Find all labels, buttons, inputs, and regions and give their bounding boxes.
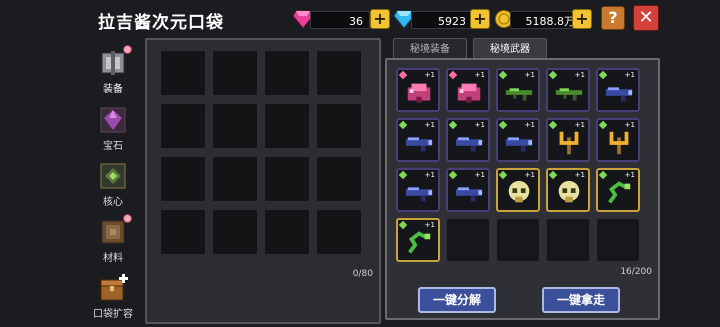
weapon-slot[interactable]: +1 xyxy=(546,68,590,112)
storage-slot[interactable] xyxy=(212,209,258,255)
weapon-slot[interactable]: +1 xyxy=(496,118,540,162)
blue-launcher-icon xyxy=(455,187,483,202)
green-rifle-icon xyxy=(505,88,533,101)
green-serpent-icon xyxy=(608,181,631,204)
storage-slot[interactable] xyxy=(160,103,206,149)
help-button[interactable]: ? xyxy=(601,6,625,30)
tab-secret-weapons[interactable]: 秘境武器 xyxy=(473,38,547,60)
weapon-slot-empty[interactable] xyxy=(446,218,490,262)
storage-slot[interactable] xyxy=(316,209,362,255)
gem-currency: 36 + xyxy=(292,9,392,29)
weapon-slot[interactable]: +1 xyxy=(596,118,640,162)
weapon-slot[interactable]: +1 xyxy=(396,68,440,112)
weapon-slot[interactable]: +1 xyxy=(596,68,640,112)
dismantle-all-button[interactable]: 一键分解 xyxy=(418,287,496,313)
blue-launcher-icon xyxy=(405,137,433,152)
blue-launcher-icon xyxy=(605,87,633,102)
blue-launcher-icon xyxy=(405,187,433,202)
weapon-slot-empty[interactable] xyxy=(546,218,590,262)
weapon-slot[interactable]: +1 xyxy=(396,168,440,212)
green-serpent-icon xyxy=(408,231,431,254)
storage-panel: 0/80 xyxy=(145,38,381,324)
core-icon xyxy=(100,163,126,189)
storage-slot[interactable] xyxy=(264,50,310,96)
gem-value: 36 xyxy=(349,15,363,28)
storage-slot[interactable] xyxy=(264,209,310,255)
green-rifle-icon xyxy=(555,88,583,101)
sidebar-item-label: 口袋扩容 xyxy=(93,309,133,320)
storage-slot[interactable] xyxy=(212,156,258,202)
storage-slot[interactable] xyxy=(160,156,206,202)
close-button[interactable]: ✕ xyxy=(633,5,659,31)
storage-slot[interactable] xyxy=(160,209,206,255)
weapon-slot[interactable]: +1 xyxy=(396,118,440,162)
storage-slot[interactable] xyxy=(264,156,310,202)
storage-slot[interactable] xyxy=(212,103,258,149)
blue-launcher-icon xyxy=(455,137,483,152)
weapon-slot[interactable]: +1 xyxy=(496,68,540,112)
weapon-slot[interactable]: +1 xyxy=(546,168,590,212)
weapons-panel: +1 +1 +1 +1 +1 +1 +1 +1 +1 +1 +1 +1 +1 +1 +1 +1 16/200 xyxy=(385,58,660,320)
weapon-slot[interactable]: +1 xyxy=(396,218,440,262)
storage-slot[interactable] xyxy=(212,50,258,96)
golden-trident-icon xyxy=(559,131,579,155)
blue-launcher-icon xyxy=(505,137,533,152)
weapon-slot[interactable]: +1 xyxy=(496,168,540,212)
weapons-count: 16/200 xyxy=(620,267,652,277)
sidebar-item-materials[interactable]: 材料 xyxy=(90,214,136,266)
weapon-slot[interactable]: +1 xyxy=(446,118,490,162)
diamond-currency: 5923 + xyxy=(393,9,493,29)
storage-grid xyxy=(160,50,368,262)
collect-all-button[interactable]: 一键拿走 xyxy=(542,287,620,313)
sidebar-item-label: 装备 xyxy=(103,84,123,95)
weapon-slot[interactable]: +1 xyxy=(446,168,490,212)
weapon-slot[interactable]: +1 xyxy=(546,118,590,162)
weapon-slot[interactable]: +1 xyxy=(446,68,490,112)
tab-secret-equipment[interactable]: 秘境装备 xyxy=(393,38,467,60)
storage-slot[interactable] xyxy=(316,156,362,202)
weapon-slot-empty[interactable] xyxy=(596,218,640,262)
weapon-slot[interactable]: +1 xyxy=(596,168,640,212)
storage-slot[interactable] xyxy=(264,103,310,149)
sidebar-item-label: 宝石 xyxy=(103,141,123,152)
golden-skull-icon xyxy=(508,180,530,203)
coin-value: 5188.8万 xyxy=(525,15,576,28)
add-diamond-button[interactable]: + xyxy=(470,9,490,29)
sidebar-item-label: 材料 xyxy=(103,253,123,264)
storage-count: 0/80 xyxy=(352,269,373,279)
golden-trident-icon xyxy=(609,131,629,155)
gem-icon xyxy=(100,107,126,133)
sidebar-item-equipment[interactable]: 装备 xyxy=(90,45,136,97)
sidebar-item-label: 核心 xyxy=(103,197,123,208)
sidebar-item-gems[interactable]: 宝石 xyxy=(90,104,136,154)
storage-slot[interactable] xyxy=(316,50,362,96)
notification-dot xyxy=(123,214,132,223)
add-gem-button[interactable]: + xyxy=(370,9,390,29)
diamond-value: 5923 xyxy=(438,15,466,28)
storage-slot[interactable] xyxy=(160,50,206,96)
weapon-slot-empty[interactable] xyxy=(496,218,540,262)
page-title: 拉吉酱次元口袋 xyxy=(98,13,224,33)
notification-dot xyxy=(123,45,132,54)
storage-slot[interactable] xyxy=(316,103,362,149)
add-coin-button[interactable]: + xyxy=(572,9,592,29)
pink-flower-weapon-icon xyxy=(457,83,481,103)
golden-skull-icon xyxy=(558,180,580,203)
sidebar-item-core[interactable]: 核心 xyxy=(90,160,136,210)
pink-flower-weapon-icon xyxy=(407,83,431,103)
sidebar-item-expand[interactable]: 口袋扩容 xyxy=(90,272,136,322)
chest-plus-icon xyxy=(100,274,128,301)
coin-currency: 5188.8万 + xyxy=(494,9,594,29)
